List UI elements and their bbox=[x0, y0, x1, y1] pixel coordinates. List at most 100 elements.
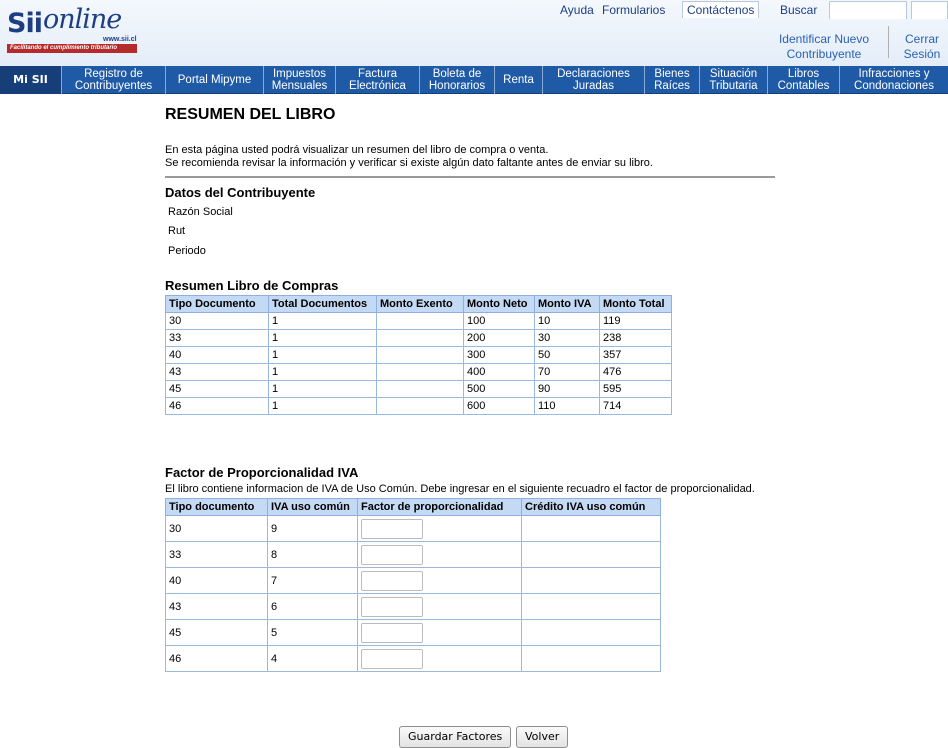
table-cell: 1 bbox=[268, 346, 377, 364]
top-links-bar: Ayuda Formularios Contáctenos Buscar bbox=[551, 0, 948, 20]
help-link[interactable]: Ayuda bbox=[560, 2, 594, 19]
back-button[interactable]: Volver bbox=[516, 726, 569, 748]
nav-infracciones-condonaciones[interactable]: Infracciones y Condonaciones bbox=[840, 66, 948, 94]
table-cell bbox=[521, 541, 661, 568]
nav-situacion-tributaria[interactable]: Situación Tributaria bbox=[700, 66, 768, 94]
table-cell: 1 bbox=[268, 397, 377, 415]
table-cell: 46 bbox=[165, 645, 268, 672]
nav-bienes-raices[interactable]: Bienes Raíces bbox=[645, 66, 700, 94]
intro-line: En esta página usted podrá visualizar un… bbox=[165, 144, 549, 156]
table-row: 30 1 100 10 119 bbox=[165, 312, 672, 330]
table-cell: 9 bbox=[267, 515, 358, 542]
nav-boleta-honorarios[interactable]: Boleta de Honorarios bbox=[420, 66, 495, 94]
factor-input[interactable] bbox=[361, 622, 423, 643]
nav-portal-mipyme[interactable]: Portal Mipyme bbox=[166, 66, 264, 94]
top-spacer-tab bbox=[829, 1, 907, 19]
table-cell: 70 bbox=[534, 363, 600, 381]
forms-link[interactable]: Formularios bbox=[602, 2, 665, 19]
factor-input[interactable] bbox=[361, 544, 423, 565]
column-header: Crédito IVA uso común bbox=[521, 498, 661, 516]
table-row: 43 6 bbox=[165, 593, 661, 620]
user-links-divider bbox=[888, 26, 889, 58]
table-cell: 50 bbox=[534, 346, 600, 364]
table-cell bbox=[376, 380, 464, 398]
nav-impuestos-mensuales[interactable]: Impuestos Mensuales bbox=[264, 66, 336, 94]
save-factors-button[interactable]: Guardar Factores bbox=[399, 726, 512, 748]
logo-wordmark: online bbox=[43, 4, 122, 35]
nav-declaraciones-juradas[interactable]: Declaraciones Juradas bbox=[543, 66, 645, 94]
main-nav: Mi SII Registro de Contribuyentes Portal… bbox=[0, 66, 948, 94]
factor-input[interactable] bbox=[361, 596, 423, 617]
table-cell bbox=[521, 593, 661, 620]
table-cell: 1 bbox=[268, 329, 377, 347]
column-header: Total Documentos bbox=[268, 295, 377, 313]
field-label-razon-social: Razón Social bbox=[168, 206, 233, 218]
table-cell: 6 bbox=[267, 593, 358, 620]
identify-taxpayer-link[interactable]: Identificar Nuevo Contribuyente bbox=[768, 32, 880, 62]
table-cell bbox=[357, 619, 522, 646]
table-cell: 500 bbox=[463, 380, 535, 398]
factor-input[interactable] bbox=[361, 648, 423, 669]
table-row: 43 1 400 70 476 bbox=[165, 363, 672, 381]
nav-libros-contables[interactable]: Libros Contables bbox=[768, 66, 840, 94]
table-cell: 400 bbox=[463, 363, 535, 381]
nav-renta[interactable]: Renta bbox=[495, 66, 543, 94]
factor-note: El libro contiene informacion de IVA de … bbox=[165, 483, 755, 495]
table-cell: 30 bbox=[534, 329, 600, 347]
nav-mi-sii[interactable]: Mi SII bbox=[0, 66, 62, 94]
table-cell bbox=[376, 312, 464, 330]
table-cell: 5 bbox=[267, 619, 358, 646]
table-cell: 40 bbox=[165, 567, 268, 594]
table-cell bbox=[357, 645, 522, 672]
site-header: Sii online www.sii.cl Facilitando el cum… bbox=[0, 0, 948, 66]
factor-input[interactable] bbox=[361, 570, 423, 591]
table-cell bbox=[376, 329, 464, 347]
table-cell: 100 bbox=[463, 312, 535, 330]
table-cell: 10 bbox=[534, 312, 600, 330]
column-header: Monto Exento bbox=[376, 295, 464, 313]
column-header: Monto Total bbox=[599, 295, 672, 313]
table-row: 40 1 300 50 357 bbox=[165, 346, 672, 364]
factor-section-title: Factor de Proporcionalidad IVA bbox=[165, 465, 359, 480]
contact-link[interactable]: Contáctenos bbox=[682, 1, 760, 18]
table-row: 33 1 200 30 238 bbox=[165, 329, 672, 347]
table-cell: 476 bbox=[599, 363, 672, 381]
table-cell: 46 bbox=[165, 397, 269, 415]
sii-online-logo[interactable]: Sii online www.sii.cl Facilitando el cum… bbox=[7, 4, 137, 53]
table-row: 30 9 bbox=[165, 515, 661, 542]
table-row: 45 1 500 90 595 bbox=[165, 380, 672, 398]
intro-text: En esta página usted podrá visualizar un… bbox=[165, 144, 653, 170]
logout-link[interactable]: Cerrar Sesión bbox=[898, 32, 946, 62]
column-header: Tipo documento bbox=[165, 498, 268, 516]
page-title: RESUMEN DEL LIBRO bbox=[165, 106, 336, 123]
table-cell: 4 bbox=[267, 645, 358, 672]
purchases-section-title: Resumen Libro de Compras bbox=[165, 278, 339, 293]
table-cell: 33 bbox=[165, 329, 269, 347]
table-cell bbox=[357, 541, 522, 568]
field-label-periodo: Periodo bbox=[168, 245, 206, 257]
table-cell: 43 bbox=[165, 593, 268, 620]
search-link[interactable]: Buscar bbox=[780, 2, 817, 19]
column-header: Tipo Documento bbox=[165, 295, 269, 313]
purchases-table: Tipo Documento Total Documentos Monto Ex… bbox=[165, 295, 672, 415]
table-cell bbox=[521, 619, 661, 646]
column-header: Monto Neto bbox=[463, 295, 535, 313]
column-header: Monto IVA bbox=[534, 295, 600, 313]
column-header: IVA uso común bbox=[267, 498, 358, 516]
table-cell bbox=[376, 346, 464, 364]
field-label-rut: Rut bbox=[168, 225, 186, 237]
table-cell: 1 bbox=[268, 380, 377, 398]
nav-factura-electronica[interactable]: Factura Electrónica bbox=[336, 66, 420, 94]
factor-input[interactable] bbox=[361, 518, 423, 539]
table-cell: 45 bbox=[165, 619, 268, 646]
table-cell bbox=[357, 567, 522, 594]
logo-url: www.sii.cl bbox=[103, 36, 137, 43]
table-cell: 1 bbox=[268, 312, 377, 330]
table-row: 46 4 bbox=[165, 645, 661, 672]
nav-registro-contribuyentes[interactable]: Registro de Contribuyentes bbox=[62, 66, 166, 94]
table-cell: 45 bbox=[165, 380, 269, 398]
table-cell: 30 bbox=[165, 515, 268, 542]
table-cell: 8 bbox=[267, 541, 358, 568]
divider bbox=[165, 176, 775, 178]
table-row: 40 7 bbox=[165, 567, 661, 594]
